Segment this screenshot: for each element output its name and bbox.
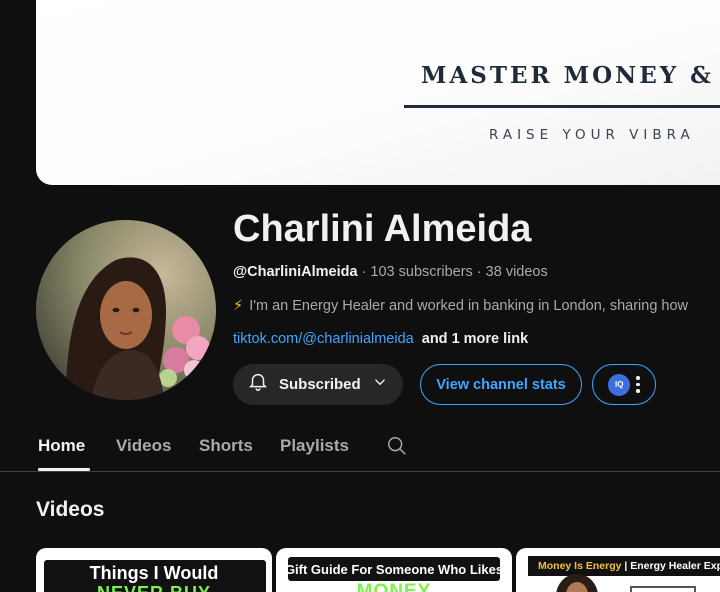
thumbnail-text-rest: | Energy Healer Explai (624, 560, 720, 572)
channel-tabs: Home Videos Shorts Playlists (0, 420, 720, 472)
banner-divider (404, 105, 720, 108)
video-thumbnail[interactable]: Things I Would NEVER BUY (36, 548, 272, 592)
chevron-down-icon (371, 373, 389, 396)
view-channel-stats-button[interactable]: View channel stats (420, 364, 582, 405)
extension-button[interactable]: IQ (592, 364, 656, 405)
channel-name: Charlini Almeida (233, 208, 532, 250)
tab-home[interactable]: Home (38, 436, 85, 456)
thumbnail-highlight: NEVER BUY (36, 583, 272, 592)
search-icon[interactable] (386, 435, 408, 462)
tab-videos[interactable]: Videos (116, 436, 171, 456)
subscribed-label: Subscribed (279, 376, 361, 393)
tab-shorts[interactable]: Shorts (199, 436, 253, 456)
channel-links: tiktok.com/@charlinialmeida and 1 more l… (233, 331, 528, 347)
channel-description[interactable]: ⚡ I'm an Energy Healer and worked in bank… (233, 298, 688, 314)
meta-separator: · (357, 264, 371, 280)
tab-playlists[interactable]: Playlists (280, 436, 349, 456)
thumbnail-highlight: MONEY (356, 581, 432, 592)
banner-title: MASTER MONEY & (421, 62, 714, 89)
channel-meta: @CharliniAlmeida · 103 subscribers · 38 … (233, 264, 548, 280)
channel-handle: @CharliniAlmeida (233, 264, 358, 280)
lightning-icon: ⚡ (233, 298, 244, 314)
bell-icon (247, 371, 269, 398)
video-count: 38 videos (485, 264, 548, 280)
thumbnail-text: Money Is Energy | Energy Healer Explai (538, 560, 720, 572)
avatar-photo (36, 220, 216, 400)
active-tab-indicator (38, 468, 90, 471)
more-vert-icon[interactable] (636, 376, 640, 393)
video-thumbnail[interactable]: Money Is Energy | Energy Healer Explai (516, 548, 720, 592)
thumbnail-text: Gift Guide For Someone Who Likes (284, 562, 504, 577)
extension-logo-icon: IQ (608, 373, 631, 396)
thumbnail-frame (630, 586, 696, 592)
view-channel-stats-label: View channel stats (436, 376, 566, 393)
tiktok-link[interactable]: tiktok.com/@charlinialmeida (233, 331, 414, 347)
description-text: I'm an Energy Healer and worked in banki… (249, 298, 689, 314)
video-thumbnail[interactable]: Gift Guide For Someone Who Likes MONEY (276, 548, 512, 592)
subscribed-button[interactable]: Subscribed (233, 364, 403, 405)
thumbnail-highlight: Money Is Energy (538, 560, 622, 572)
meta-separator: · (472, 264, 486, 280)
section-title: Videos (36, 498, 105, 521)
subscriber-count: 103 subscribers (370, 264, 473, 280)
channel-avatar[interactable] (36, 220, 216, 400)
channel-banner: MASTER MONEY & RAISE YOUR VIBRA (36, 0, 720, 185)
more-links[interactable]: and 1 more link (422, 331, 528, 347)
banner-subtitle: RAISE YOUR VIBRA (489, 127, 695, 143)
thumbnail-text: Things I Would (89, 563, 219, 583)
